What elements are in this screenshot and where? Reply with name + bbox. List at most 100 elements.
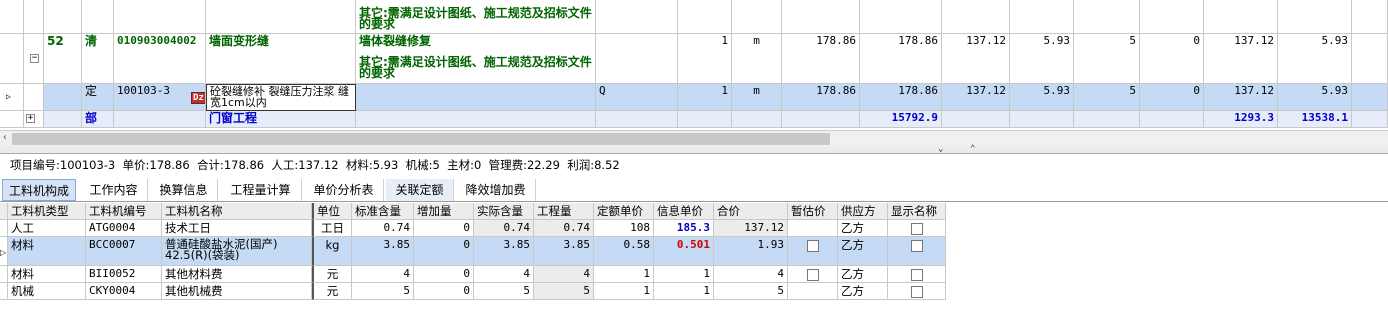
- resource-actual-content: 3.85: [474, 237, 534, 266]
- tab-conversion-info[interactable]: 换算信息: [150, 179, 218, 201]
- display-name-checkbox[interactable]: [910, 239, 923, 252]
- grid-row-quota-selected[interactable]: ▷ 定 100103-3 Dz 砼裂缝修补 裂缝压力注浆 缝宽1cm以内 Q 1…: [0, 84, 1388, 111]
- item-seq: 52: [44, 34, 82, 84]
- splitter-up-icon[interactable]: ⌃: [970, 144, 975, 154]
- resource-std-content[interactable]: 5: [352, 283, 414, 300]
- resource-row[interactable]: 人工 ATG0004 技术工日 工日 0.74 0 0.74 0.74 108 …: [0, 220, 950, 237]
- quota-material-total: 5.93: [1278, 84, 1352, 111]
- resource-supplier[interactable]: 乙方: [838, 237, 888, 266]
- col-resource-code[interactable]: 工料机编号: [86, 203, 162, 220]
- splitter-down-icon[interactable]: ⌄: [938, 144, 943, 154]
- resource-actual-content: 4: [474, 266, 534, 283]
- col-standard-content[interactable]: 标准含量: [352, 203, 414, 220]
- col-resource-name[interactable]: 工料机名称: [162, 203, 312, 220]
- collapse-icon[interactable]: −: [30, 54, 39, 63]
- grid-row-desc-continuation[interactable]: 其它:需满足设计图纸、施工规范及招标文件的要求: [0, 0, 1388, 34]
- resource-info-price[interactable]: 1: [654, 266, 714, 283]
- col-total[interactable]: 合价: [714, 203, 788, 220]
- grid-row-item[interactable]: − 52 清 010903004002 墙面变形缝 墙体裂缝修复 其它:需满足设…: [0, 34, 1388, 84]
- resource-info-price[interactable]: 185.3: [654, 220, 714, 237]
- item-total: 178.86: [860, 34, 942, 84]
- resource-quantity: 0.74: [534, 220, 594, 237]
- item-material: 5.93: [1010, 34, 1074, 84]
- resource-unit: 工日: [312, 220, 352, 237]
- resource-row[interactable]: 材料 BII0052 其他材料费 元 4 0 4 4 1 1 4 乙方: [0, 266, 950, 283]
- tab-unit-price-analysis[interactable]: 单价分析表: [304, 179, 384, 201]
- tab-quantity-calc[interactable]: 工程量计算: [220, 179, 302, 201]
- resource-supplier[interactable]: 乙方: [838, 220, 888, 237]
- grid-row-section[interactable]: + 部 门窗工程 15792.9 1293.3 13538.1: [0, 111, 1388, 128]
- provisional-checkbox[interactable]: [806, 239, 819, 252]
- resource-total: 4: [714, 266, 788, 283]
- item-labor-total: 137.12: [1204, 34, 1278, 84]
- item-main-material: 0: [1140, 34, 1204, 84]
- resource-std-content[interactable]: 0.74: [352, 220, 414, 237]
- resource-quota-price[interactable]: 0.58: [594, 237, 654, 266]
- provisional-checkbox[interactable]: [806, 268, 819, 281]
- col-increase[interactable]: 增加量: [414, 203, 474, 220]
- col-unit[interactable]: 单位: [312, 203, 352, 220]
- resource-grid: 工料机类型 工料机编号 工料机名称 单位 标准含量 增加量 实际含量 工程量 定…: [0, 203, 950, 301]
- resource-info-price[interactable]: 1: [654, 283, 714, 300]
- resource-total: 137.12: [714, 220, 788, 237]
- quota-code: 100103-3 Dz: [114, 84, 206, 111]
- resource-increase[interactable]: 0: [414, 266, 474, 283]
- quota-info-bar: 项目编号:100103-3 单价:178.86 合计:178.86 人工:137…: [0, 154, 1388, 176]
- resource-name: 技术工日: [162, 220, 312, 237]
- resource-actual-content: 0.74: [474, 220, 534, 237]
- resource-code: CKY0004: [86, 283, 162, 300]
- resource-row[interactable]: 机械 CKY0004 其他机械费 元 5 0 5 5 1 1 5 乙方: [0, 283, 950, 300]
- display-name-checkbox[interactable]: [910, 268, 923, 281]
- col-supplier[interactable]: 供应方: [838, 203, 888, 220]
- resource-supplier[interactable]: 乙方: [838, 266, 888, 283]
- resource-quota-price[interactable]: 108: [594, 220, 654, 237]
- resource-increase[interactable]: 0: [414, 283, 474, 300]
- section-labor-total: 1293.3: [1204, 111, 1278, 128]
- col-actual-content[interactable]: 实际含量: [474, 203, 534, 220]
- resource-name: 普通硅酸盐水泥(国产) 42.5(R)(袋装): [162, 237, 312, 266]
- scrollbar-thumb[interactable]: [12, 133, 830, 145]
- quota-qty[interactable]: 1: [678, 84, 732, 111]
- horizontal-scrollbar[interactable]: ‹: [0, 130, 1388, 146]
- resource-name: 其他材料费: [162, 266, 312, 283]
- col-display-name[interactable]: 显示名称: [888, 203, 946, 220]
- quota-machine: 5: [1074, 84, 1140, 111]
- tab-resource-composition[interactable]: 工料机构成: [2, 179, 76, 201]
- col-provisional[interactable]: 暂估价: [788, 203, 838, 220]
- resource-row-selected[interactable]: ▷ 材料 BCC0007 普通硅酸盐水泥(国产) 42.5(R)(袋装) kg …: [0, 237, 950, 266]
- quota-unit: m: [732, 84, 782, 111]
- resource-supplier[interactable]: 乙方: [838, 283, 888, 300]
- resource-info-price[interactable]: 0.501: [654, 237, 714, 266]
- tab-related-quota[interactable]: 关联定额: [386, 179, 454, 201]
- resource-code: BCC0007: [86, 237, 162, 266]
- resource-std-content[interactable]: 4: [352, 266, 414, 283]
- col-quota-price[interactable]: 定额单价: [594, 203, 654, 220]
- col-info-price[interactable]: 信息单价: [654, 203, 714, 220]
- expand-icon[interactable]: +: [26, 114, 35, 123]
- resource-type: 材料: [8, 237, 86, 266]
- resource-increase[interactable]: 0: [414, 220, 474, 237]
- item-unit: m: [732, 34, 782, 84]
- item-description: 其它:需满足设计图纸、施工规范及招标文件的要求: [356, 0, 596, 34]
- col-resource-type[interactable]: 工料机类型: [8, 203, 86, 220]
- quota-formula[interactable]: Q: [596, 84, 678, 111]
- resource-quota-price[interactable]: 1: [594, 283, 654, 300]
- scroll-left-icon[interactable]: ‹: [2, 132, 8, 143]
- display-name-checkbox[interactable]: [910, 285, 923, 298]
- row-indicator: [0, 0, 24, 34]
- row-pointer-icon: ▷: [0, 248, 7, 257]
- resource-std-content[interactable]: 3.85: [352, 237, 414, 266]
- quota-name-editor[interactable]: 砼裂缝修补 裂缝压力注浆 缝宽1cm以内: [206, 84, 356, 111]
- display-name-checkbox[interactable]: [910, 222, 923, 235]
- row-indicator: [0, 34, 24, 84]
- tab-work-content[interactable]: 工作内容: [80, 179, 148, 201]
- resource-increase[interactable]: 0: [414, 237, 474, 266]
- resource-quota-price[interactable]: 1: [594, 266, 654, 283]
- panel-splitter[interactable]: ⌄ ⌃: [0, 144, 1388, 154]
- quota-unit-price: 178.86: [782, 84, 860, 111]
- tab-efficiency-surcharge[interactable]: 降效增加费: [456, 179, 536, 201]
- item-material-total: 5.93: [1278, 34, 1352, 84]
- resource-type: 材料: [8, 266, 86, 283]
- col-quantity[interactable]: 工程量: [534, 203, 594, 220]
- resource-unit: kg: [312, 237, 352, 266]
